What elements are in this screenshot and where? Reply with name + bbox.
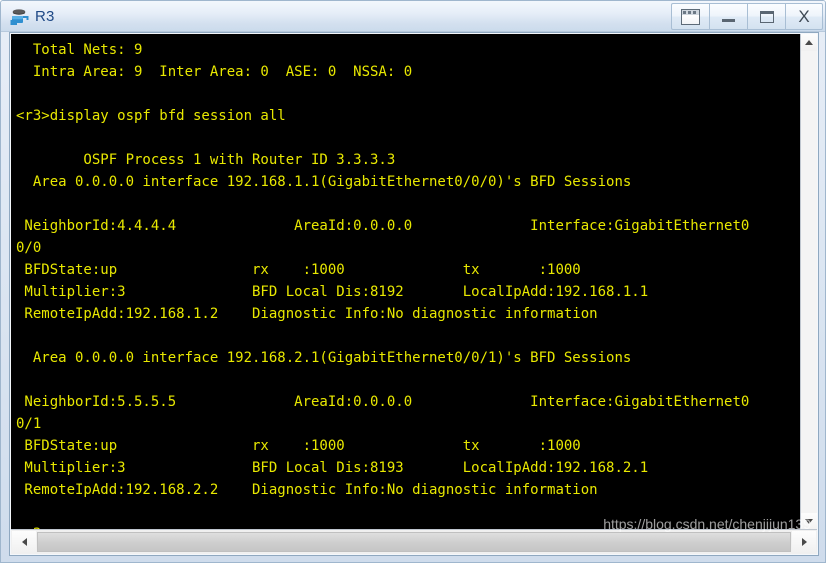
close-button[interactable]: X [785, 3, 823, 30]
title-bar[interactable]: R3 X [1, 1, 825, 32]
minimize-icon [722, 19, 735, 22]
router-cli-window: R3 X Total Nets: 9 Intra Area: 9 Inter A… [0, 0, 826, 563]
scroll-right-button[interactable] [792, 531, 816, 553]
chevron-up-icon [805, 40, 813, 45]
scroll-up-button[interactable] [801, 34, 817, 51]
terminal-frame: Total Nets: 9 Intra Area: 9 Inter Area: … [9, 32, 819, 556]
minimize-button[interactable] [709, 3, 747, 30]
window-title: R3 [35, 8, 55, 25]
maximize-button[interactable] [747, 3, 785, 30]
maximize-icon [759, 10, 774, 23]
horizontal-scrollbar[interactable] [11, 529, 817, 554]
scroll-left-button[interactable] [12, 531, 36, 553]
vertical-scrollbar-track[interactable] [801, 51, 817, 513]
chevron-down-icon [805, 519, 813, 524]
vertical-scrollbar[interactable] [800, 34, 817, 530]
title-bar-left: R3 [9, 1, 55, 32]
scroll-down-button[interactable] [801, 513, 817, 530]
terminal-screen[interactable]: Total Nets: 9 Intra Area: 9 Inter Area: … [12, 35, 800, 529]
horizontal-scrollbar-thumb[interactable] [37, 532, 791, 552]
panel-icon [681, 8, 700, 25]
window-controls: X [671, 3, 823, 30]
chevron-left-icon [21, 538, 27, 546]
terminal-output: Total Nets: 9 Intra Area: 9 Inter Area: … [16, 42, 750, 529]
chevron-right-icon [801, 538, 807, 546]
panel-toggle-button[interactable] [671, 3, 709, 30]
close-icon: X [798, 7, 810, 26]
router-icon [9, 7, 29, 27]
